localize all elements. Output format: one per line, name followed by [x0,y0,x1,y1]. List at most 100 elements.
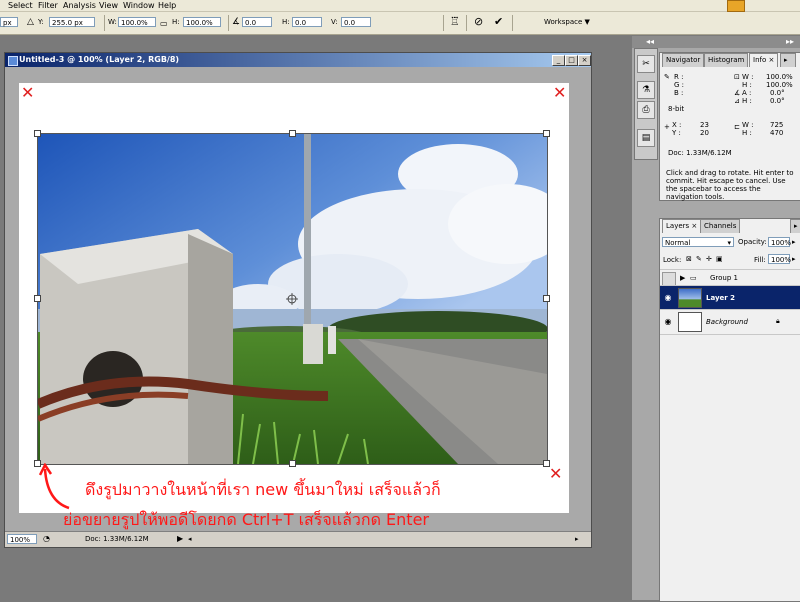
menu-filter[interactable]: Filter [38,0,58,11]
w-field[interactable]: 100.0% [118,17,156,27]
commit-transform-icon[interactable]: ✔ [494,16,503,28]
menu-select[interactable]: Select [8,0,33,11]
transform-handle-b[interactable] [289,460,296,467]
scroll-left-icon[interactable]: ◂ [188,534,192,544]
menu-help[interactable]: Help [158,0,176,11]
cancel-transform-icon[interactable]: ⊘ [474,16,483,28]
separator [104,15,105,31]
transform-handle-tl[interactable] [34,130,41,137]
vskew-field[interactable]: 0.0 [341,17,371,27]
corner-mark-icon: ✕ [21,83,35,102]
tab-layers[interactable]: Layers × [662,219,702,233]
r-label: R : [674,73,684,81]
hskew-field[interactable]: 0.0 [292,17,322,27]
b-label: B : [674,89,684,97]
panel-menu-icon[interactable]: ▸ [790,219,800,233]
transform-handle-tr[interactable] [543,130,550,137]
info-hint: Click and drag to rotate. Hit enter to c… [666,169,794,201]
y-field[interactable]: 255.0 px [49,17,95,27]
annotation-line-2: ย่อขยายรูปให้พอดีโดยกด Ctrl+T เสร็จแล้วก… [63,510,429,529]
canvas[interactable]: ✕ ✕ ✕ ดึงรูปมาวางในหน้าที่เรา new ขึ้นมา… [19,83,569,529]
folder-icon: ▭ [690,274,697,282]
status-menu-icon[interactable]: ▶ [177,534,183,544]
menu-view[interactable]: View [99,0,118,11]
folder-expand-icon[interactable]: ▶ [680,274,685,282]
sel-h-value: 470 [770,129,784,137]
bridge-icon[interactable] [727,0,745,12]
x-label: X : [672,121,682,129]
maximize-button[interactable]: □ [565,55,578,66]
notes-icon[interactable]: ▤ [637,129,655,147]
transform-handle-r[interactable] [543,295,550,302]
panel-menu-icon[interactable]: ▸ [780,53,796,67]
tools-icon[interactable]: ✂ [637,55,655,73]
x-value: 23 [700,121,709,129]
document-icon [8,56,18,66]
annotation-line-1: ดึงรูปมาวางในหน้าที่เรา new ขึ้นมาใหม่ เ… [85,480,441,499]
opacity-arrow-icon[interactable]: ▸ [792,238,796,246]
y-label: Y: [38,18,44,26]
separator [466,15,467,31]
brushes-icon[interactable]: ⚗ [637,81,655,99]
eye-icon[interactable]: ◉ [662,316,674,328]
blend-mode-select[interactable]: Normal ▾ [662,237,734,247]
layer-thumbnail [678,288,702,308]
opacity-field[interactable]: 100% [768,237,791,247]
lock-position-icon[interactable]: ✛ [706,255,712,263]
layer-row-group[interactable]: ▶ ▭ Group 1 [660,269,800,286]
layer-row-background[interactable]: ◉ Background 🔒︎ [660,309,800,335]
h-field[interactable]: 100.0% [183,17,221,27]
close-button[interactable]: × [578,55,591,66]
doc-size: Doc: 1.33M/6.12M [85,535,149,543]
transform-handle-t[interactable] [289,130,296,137]
rotate-angle-icon: ∡ [232,17,241,27]
lock-image-icon[interactable]: ✎ [696,255,702,263]
minimize-button[interactable]: _ [552,55,565,66]
transform-handle-l[interactable] [34,295,41,302]
layer-photo[interactable] [37,133,548,465]
scroll-right-icon[interactable]: ▸ [575,534,579,544]
fill-arrow-icon[interactable]: ▸ [792,255,796,263]
corner-mark-icon: ✕ [549,464,563,483]
document-titlebar[interactable]: Untitled-3 @ 100% (Layer 2, RGB/8) _ □ × [5,53,591,67]
zoom-field[interactable]: 100% [7,534,37,544]
close-icon[interactable]: × [691,222,697,230]
h-label: H : [742,81,752,89]
g-label: G : [674,81,685,89]
workspace-label: Workspace [544,18,583,26]
close-icon[interactable]: × [768,56,774,64]
tab-histogram[interactable]: Histogram [704,53,749,67]
eyedropper-icon: ✎ [664,73,670,81]
warp-icon[interactable]: ♖ [450,16,460,28]
h2-value: 0.0° [770,97,785,105]
separator [443,15,444,31]
eye-icon[interactable]: ◉ [662,292,674,304]
menu-analysis[interactable]: Analysis [63,0,96,11]
tab-info[interactable]: Info × [749,53,779,67]
tab-navigator[interactable]: Navigator [662,53,705,67]
tab-layers-label: Layers [666,222,690,230]
tab-channels[interactable]: Channels [700,219,741,233]
panel-icon-strip: ✂ ⚗ ⎙ ▤ [634,48,658,160]
tab-info-label: Info [753,56,767,64]
angle-field[interactable]: 0.0 [242,17,272,27]
layer-row-layer2[interactable]: ◉ Layer 2 [660,285,800,310]
fill-field[interactable]: 100% [768,254,791,264]
vskew-label: V: [331,18,338,26]
workspace-menu[interactable]: Workspace ▼ [544,18,590,26]
menu-window[interactable]: Window [123,0,155,11]
visibility-toggle[interactable] [662,272,676,286]
status-info-icon[interactable]: ◔ [43,534,50,544]
stamp-icon[interactable]: ⎙ [637,101,655,119]
h-value: 100.0% [766,81,793,89]
link-icon[interactable]: ▭ [160,18,168,30]
w-label: W : [742,73,754,81]
layer-name: Layer 2 [706,294,736,302]
x-field[interactable]: px [0,17,18,27]
collapse-right-icon[interactable]: ▸▸ [786,36,794,48]
collapse-left-icon[interactable]: ◂◂ [646,36,654,48]
lock-transparent-icon[interactable]: ⊠ [686,255,692,263]
photo-image [38,134,547,464]
corner-mark-icon: ✕ [553,83,567,102]
lock-all-icon[interactable]: ▣ [716,255,723,263]
